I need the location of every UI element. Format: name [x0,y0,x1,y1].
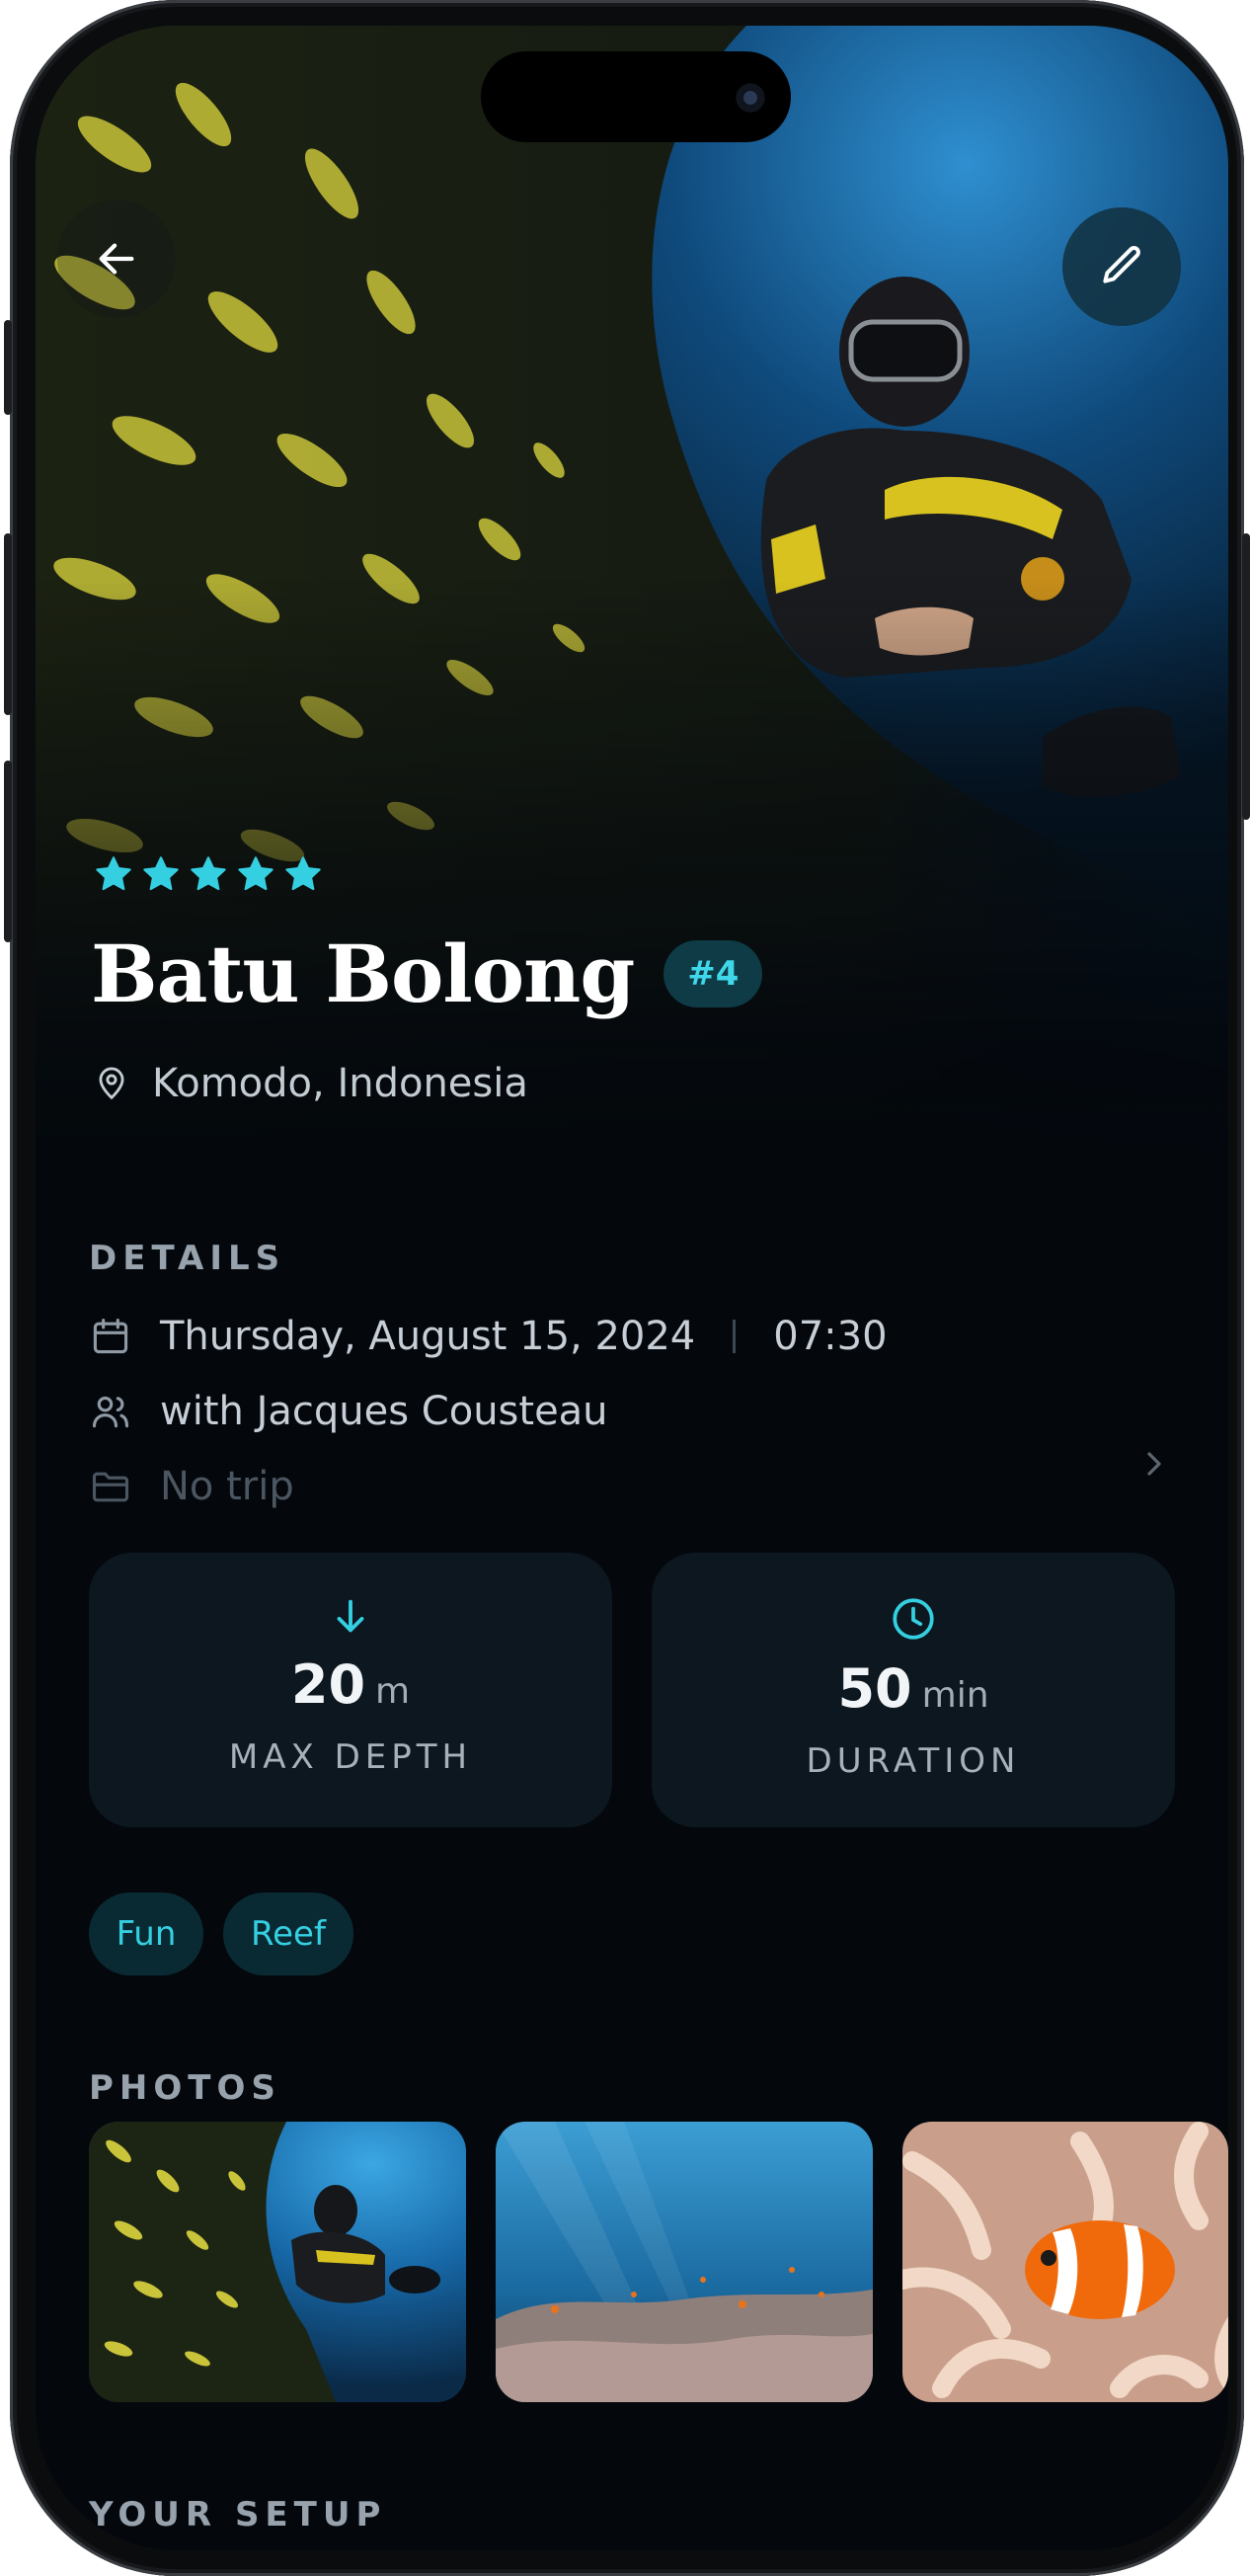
duration-value: 50 [837,1657,912,1720]
photo-thumbnail-3[interactable] [902,2122,1228,2402]
tag-reef[interactable]: Reef [223,1892,353,1975]
title-row: Batu Bolong #4 [91,927,763,1020]
edit-button[interactable] [1062,207,1181,326]
location-text: Komodo, Indonesia [152,1061,528,1106]
dynamic-island [481,51,791,142]
max-depth-label: MAX DEPTH [228,1737,473,1777]
duration-label: DURATION [806,1741,1021,1781]
action-button [4,320,12,415]
photos-heading: PHOTOS [89,2068,281,2108]
duration-value-row: 50 min [837,1657,988,1720]
dive-buddy: with Jacques Cousteau [160,1389,608,1434]
photo-thumbnail-2[interactable] [496,2122,873,2402]
clock-icon [893,1598,934,1640]
trip-value: No trip [160,1464,294,1509]
star-icon[interactable] [140,853,182,895]
volume-up-button [4,533,12,715]
details-heading: DETAILS [89,1239,286,1278]
screen: Batu Bolong #4 Komodo, Indonesia DETAILS… [36,26,1228,2550]
users-icon [92,1396,129,1428]
date-row[interactable]: Thursday, August 15, 2024 07:30 [89,1314,888,1359]
setup-heading: YOUR SETUP [89,2495,387,2535]
dive-site-name: Batu Bolong [91,927,635,1020]
arrow-left-icon [99,243,134,275]
tag-fun[interactable]: Fun [89,1892,203,1975]
back-button[interactable] [57,200,176,318]
photo-clownfish-anemone [902,2122,1228,2402]
duration-card[interactable]: 50 min DURATION [652,1553,1175,1827]
max-depth-card[interactable]: 20 m MAX DEPTH [89,1553,612,1827]
phone-frame: Batu Bolong #4 Komodo, Indonesia DETAILS… [4,0,1250,2576]
photo-coral-reef [496,2122,873,2402]
location-row: Komodo, Indonesia [93,1061,528,1106]
dive-date: Thursday, August 15, 2024 [160,1314,696,1359]
max-depth-unit: m [375,1671,411,1712]
star-icon[interactable] [188,853,229,895]
hero-image: Batu Bolong #4 Komodo, Indonesia [36,26,1228,1181]
buddy-row[interactable]: with Jacques Cousteau [89,1389,608,1434]
front-camera [734,81,767,115]
pencil-icon [1103,246,1140,283]
photo-thumbnail-1[interactable] [89,2122,466,2402]
rating-stars[interactable] [93,853,324,895]
chevron-right-icon[interactable] [1139,1444,1169,1484]
photo-diver-fish-school [89,2122,466,2402]
star-icon[interactable] [235,853,276,895]
calendar-icon [93,1318,128,1354]
duration-unit: min [921,1675,989,1716]
trip-row[interactable]: No trip [89,1464,294,1509]
dive-number-badge: #4 [664,940,763,1007]
dive-time: 07:30 [773,1314,888,1359]
star-icon[interactable] [282,853,324,895]
star-icon[interactable] [93,853,134,895]
arrow-down-icon [337,1599,364,1633]
max-depth-value-row: 20 m [291,1653,410,1716]
power-button [1242,533,1250,820]
max-depth-value: 20 [290,1653,366,1716]
folder-icon [92,1472,129,1502]
volume-down-button [4,761,12,942]
date-time-separator [733,1320,737,1353]
map-pin-icon [99,1067,124,1100]
